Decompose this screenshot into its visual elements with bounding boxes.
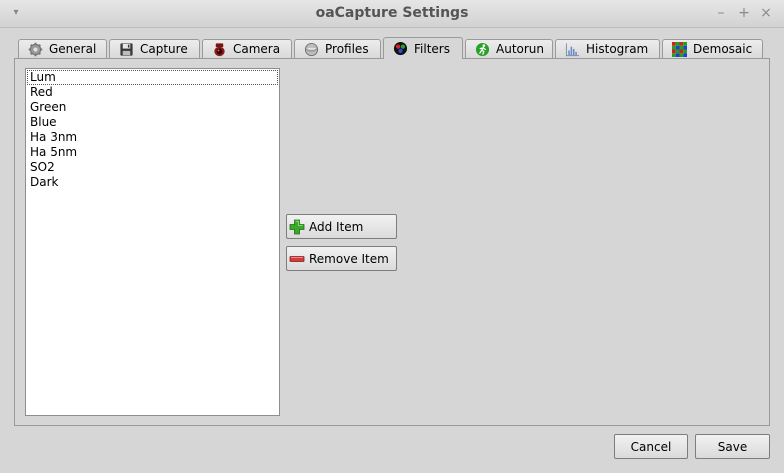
minus-icon — [289, 255, 305, 262]
tab-histogram[interactable]: Histogram — [555, 39, 660, 58]
maximize-icon[interactable]: + — [736, 5, 752, 21]
close-icon[interactable]: × — [758, 5, 774, 21]
histogram-icon — [565, 42, 580, 56]
tab-demosaic[interactable]: Demosaic — [662, 39, 763, 58]
tab-label: Filters — [414, 41, 450, 56]
title-bar: ▾ oaCapture Settings – + × — [0, 0, 784, 28]
list-item[interactable]: Ha 5nm — [26, 145, 279, 160]
tab-label: Histogram — [586, 42, 649, 56]
tab-label: Profiles — [325, 42, 369, 56]
tab-label: Camera — [233, 42, 281, 56]
demosaic-grid-icon — [672, 41, 687, 57]
list-item[interactable]: Ha 3nm — [26, 130, 279, 145]
tab-label: General — [49, 42, 97, 56]
remove-item-label: Remove Item — [309, 251, 389, 266]
minimize-icon[interactable]: – — [713, 5, 729, 21]
list-item[interactable]: Dark — [26, 175, 279, 190]
profile-disc-icon — [304, 42, 319, 56]
tab-camera[interactable]: Camera — [202, 39, 292, 58]
list-item[interactable]: Lum — [27, 70, 278, 85]
settings-window: ▾ oaCapture Settings – + × General Captu… — [0, 0, 784, 473]
tab-label: Demosaic — [693, 42, 753, 56]
remove-item-button[interactable]: Remove Item — [286, 246, 397, 271]
plus-icon — [289, 219, 305, 234]
list-item[interactable]: SO2 — [26, 160, 279, 175]
tab-general[interactable]: General — [18, 39, 107, 58]
tab-capture[interactable]: Capture — [109, 39, 200, 58]
tab-label: Autorun — [496, 42, 545, 56]
cancel-button[interactable]: Cancel — [614, 434, 688, 459]
filter-list[interactable]: Lum Red Green Blue Ha 3nm Ha 5nm SO2 Dar… — [25, 68, 280, 416]
tab-label: Capture — [140, 42, 188, 56]
tab-filters[interactable]: Filters — [383, 37, 463, 59]
list-item[interactable]: Green — [26, 100, 279, 115]
floppy-disk-icon — [120, 42, 133, 56]
list-item[interactable]: Blue — [26, 115, 279, 130]
add-item-label: Add Item — [309, 219, 364, 234]
tab-autorun[interactable]: Autorun — [465, 39, 553, 58]
list-item[interactable]: Red — [26, 85, 279, 100]
save-button[interactable]: Save — [695, 434, 770, 459]
camera-icon — [214, 42, 225, 56]
autorun-runner-icon — [475, 42, 490, 56]
color-filter-wheel-icon — [393, 41, 408, 56]
tab-profiles[interactable]: Profiles — [294, 39, 381, 58]
gear-icon — [28, 42, 43, 56]
add-item-button[interactable]: Add Item — [286, 214, 397, 239]
window-title: oaCapture Settings — [315, 5, 469, 21]
